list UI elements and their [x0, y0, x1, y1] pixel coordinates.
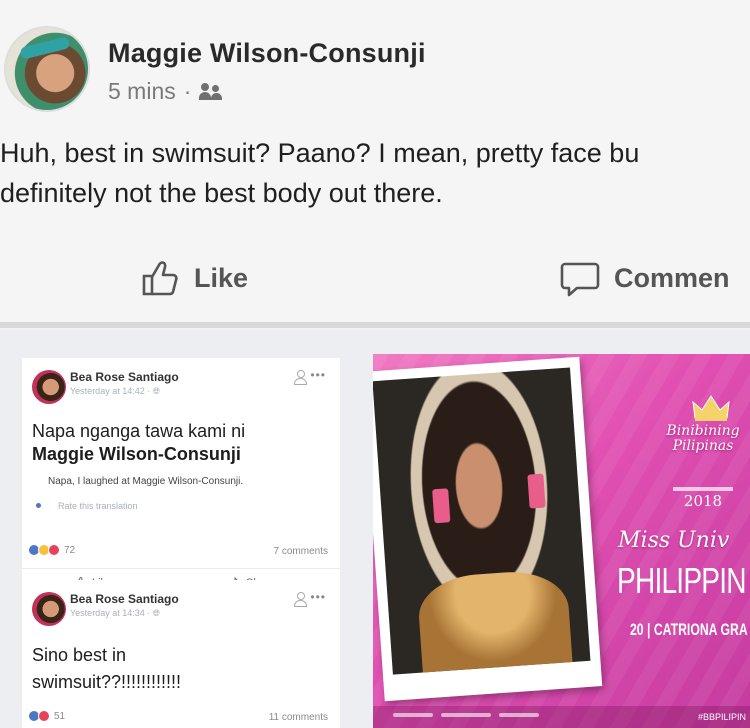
poster-title: Miss Univ	[618, 528, 730, 553]
lower-panel: Bea Rose Santiago Yesterday at 14:42 · 🌐…	[0, 330, 750, 728]
comment-time-text: Yesterday at 14:42 ·	[70, 386, 151, 396]
candidate-photo	[373, 367, 591, 675]
poster-country: PHILIPPIN	[617, 560, 747, 601]
comment-time-text: Yesterday at 14:34 ·	[70, 608, 151, 618]
more-options-icon[interactable]: •••	[310, 368, 326, 382]
divider	[0, 322, 750, 328]
reaction-count: 72	[64, 544, 76, 556]
logo-text: Binibining Pilipinas	[655, 424, 750, 454]
post-text-line: Huh, best in swimsuit? Paano? I mean, pr…	[0, 138, 640, 168]
post-text-line: definitely not the best body out there.	[0, 178, 443, 208]
add-friend-icon[interactable]	[294, 592, 307, 607]
translation-text: Napa, I laughed at Maggie Wilson-Consunj…	[48, 476, 244, 487]
screenshot-collage: Maggie Wilson-Consunji 5 mins · Huh, bes…	[0, 0, 750, 728]
thumbs-up-icon	[142, 261, 178, 296]
comment-button[interactable]: Commen	[560, 258, 730, 298]
comment-time[interactable]: Yesterday at 14:42 · 🌐︎	[70, 386, 160, 397]
reaction-summary[interactable]: 72	[28, 544, 75, 556]
comment-body: Sino best in swimsuit??!!!!!!!!!!!!	[32, 642, 181, 696]
globe-icon: 🌐︎	[152, 386, 160, 396]
add-friend-icon[interactable]	[294, 370, 307, 385]
comment-body: Napa nganga tawa kami ni Maggie Wilson-C…	[32, 420, 245, 466]
like-button[interactable]: Like	[140, 258, 248, 298]
comment-text: Napa nganga tawa kami ni	[32, 421, 246, 441]
handle-bar	[393, 713, 433, 717]
love-reaction-icon	[48, 544, 60, 556]
crown-icon	[692, 395, 730, 421]
comment-time[interactable]: Yesterday at 14:34 · 🌐︎	[70, 608, 160, 619]
like-label: Like	[194, 262, 249, 293]
poster-footer: #BBPILIPIN	[373, 706, 750, 728]
earring	[432, 488, 451, 524]
dress	[416, 568, 573, 675]
candidate-name: 20 | CATRIONA GRA	[630, 620, 748, 639]
post-meta: 5 mins ·	[108, 78, 225, 105]
handle-bar	[499, 713, 539, 717]
social-handles	[393, 713, 539, 717]
more-options-icon[interactable]: •••	[310, 590, 326, 604]
reaction-count: 51	[54, 710, 66, 722]
post-text: Huh, best in swimsuit? Paano? I mean, pr…	[0, 133, 750, 213]
hashtag: #BBPILIPIN	[697, 712, 746, 722]
avatar[interactable]	[4, 26, 90, 112]
logo-year: 2018	[683, 492, 723, 510]
comment-card: Bea Rose Santiago Yesterday at 14:34 · 🌐…	[22, 580, 340, 728]
rate-translation-link[interactable]: Rate this translation	[58, 501, 138, 511]
logo-line: Pilipinas	[672, 438, 734, 454]
love-reaction-icon	[38, 710, 50, 722]
comment-author[interactable]: Bea Rose Santiago	[70, 370, 179, 384]
friends-icon[interactable]	[199, 82, 225, 101]
comment-text: swimsuit??!!!!!!!!!!!!	[32, 672, 182, 692]
post-author[interactable]: Maggie Wilson-Consunji	[108, 38, 426, 69]
comment-author[interactable]: Bea Rose Santiago	[70, 592, 179, 606]
handle-bar	[441, 713, 491, 717]
comment-count[interactable]: 7 comments	[274, 546, 328, 557]
comment-label: Commen	[614, 262, 730, 293]
post-time[interactable]: 5 mins	[108, 78, 176, 105]
headband	[19, 36, 71, 60]
reaction-summary[interactable]: 51	[28, 710, 65, 722]
mention-link[interactable]: Maggie Wilson-Consunji	[32, 443, 245, 466]
avatar[interactable]	[32, 592, 66, 626]
facebook-post: Maggie Wilson-Consunji 5 mins · Huh, bes…	[0, 0, 750, 328]
post-action-bar: Like Commen	[0, 250, 750, 310]
avatar[interactable]	[32, 370, 66, 404]
meta-separator: ·	[183, 78, 192, 104]
comment-card: Bea Rose Santiago Yesterday at 14:42 · 🌐…	[22, 358, 340, 594]
pageant-poster: Binibining Pilipinas 2018 Miss Univ PHIL…	[373, 354, 750, 728]
comment-count[interactable]: 11 comments	[269, 712, 328, 723]
earring	[527, 473, 546, 509]
photo-frame	[373, 356, 603, 702]
logo-line: Binibining	[666, 423, 740, 439]
logo-bar	[673, 487, 733, 491]
translate-icon	[36, 503, 41, 508]
comment-icon	[560, 262, 600, 297]
globe-icon: 🌐︎	[152, 608, 160, 618]
comment-text: Sino best in	[32, 645, 127, 665]
